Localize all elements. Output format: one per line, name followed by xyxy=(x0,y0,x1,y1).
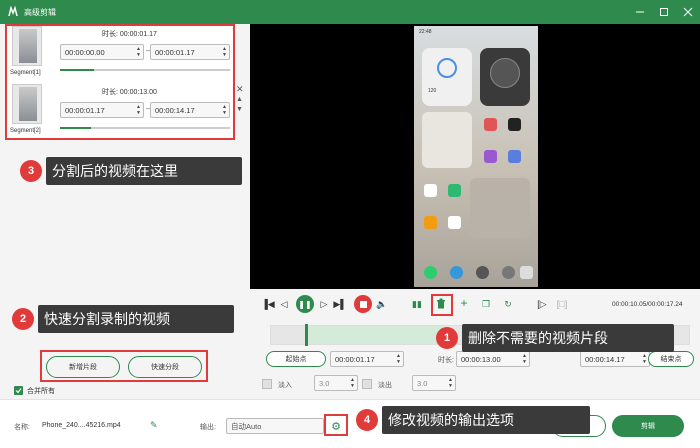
set-start-button[interactable]: 起始点 xyxy=(266,351,326,367)
segment-move-down-icon[interactable]: ▼ xyxy=(236,106,243,113)
fade-in-input[interactable]: 3.0 ▲ ▼ xyxy=(314,375,358,391)
close-icon[interactable] xyxy=(676,0,700,24)
step-forward-icon[interactable]: ▷ xyxy=(318,298,330,310)
skip-start-icon[interactable]: ▐◀ xyxy=(261,298,274,310)
merge-all-checkbox[interactable] xyxy=(14,386,23,395)
fade-out-input[interactable]: 3.0 ▲ ▼ xyxy=(412,375,456,391)
rotate-icon[interactable]: ↻ xyxy=(502,298,514,310)
volume-icon[interactable]: 🔈 xyxy=(376,298,388,310)
output-label: 输出: xyxy=(200,424,216,431)
highlight-settings xyxy=(324,414,348,436)
timeline-segment[interactable] xyxy=(305,326,445,344)
step-back-icon[interactable]: ◁ xyxy=(278,298,290,310)
name-label: 名称: xyxy=(14,424,30,431)
window-title: 高级剪辑 xyxy=(24,7,56,17)
bottom-bar: 名称: Phone_240....45216.mp4 ✎ 输出: 自动Auto … xyxy=(0,399,700,448)
minimize-icon[interactable] xyxy=(628,0,652,24)
app-logo-icon xyxy=(6,5,20,19)
timeline-handle[interactable] xyxy=(305,324,308,346)
segment-delete-icon[interactable]: ✕ xyxy=(236,84,244,95)
fade-out-checkbox[interactable] xyxy=(362,379,372,389)
add-icon[interactable]: + xyxy=(458,296,470,310)
title-bar: 高级剪辑 xyxy=(0,0,700,24)
fade-in-checkbox[interactable] xyxy=(262,379,272,389)
step-number: 2 xyxy=(12,308,34,330)
cut-button[interactable]: 剪辑 xyxy=(612,415,684,437)
merge-all-label: 合并所有 xyxy=(27,388,55,395)
set-end-button[interactable]: 结束点 xyxy=(648,351,694,367)
step-number: 4 xyxy=(356,409,378,431)
preview-frame: 22:48 120 xyxy=(414,26,538,287)
video-preview: 22:48 120 xyxy=(250,24,700,289)
highlight-delete xyxy=(431,294,453,316)
callout-label: 删除不需要的视频片段 xyxy=(462,324,674,352)
stop-button[interactable] xyxy=(354,295,372,313)
maximize-icon[interactable] xyxy=(652,0,676,24)
copy-icon[interactable]: ❐ xyxy=(480,298,492,310)
step-number: 3 xyxy=(20,160,42,182)
fade-in-label: 淡入 xyxy=(278,382,292,389)
mark-in-icon[interactable]: [▷ xyxy=(536,298,548,310)
fade-out-label: 淡出 xyxy=(378,382,392,389)
split-icon[interactable]: ▮▮ xyxy=(410,298,424,310)
step-number: 1 xyxy=(436,327,458,349)
start-time-input[interactable]: 00:00:01.17 ▲ ▼ xyxy=(330,351,404,367)
edit-name-icon[interactable]: ✎ xyxy=(150,420,158,431)
output-select[interactable]: 自动Auto xyxy=(226,418,324,434)
mark-out-icon[interactable]: [□] xyxy=(556,298,568,310)
widget: 120 xyxy=(422,48,472,106)
highlight-split-buttons xyxy=(40,350,208,382)
callout-label: 分割后的视频在这里 xyxy=(46,157,242,185)
callout-label: 快速分割录制的视频 xyxy=(38,305,234,333)
clock-widget xyxy=(480,48,530,106)
duration-label: 时长: xyxy=(438,357,454,364)
end-time-input[interactable]: 00:00:14.17 ▲ ▼ xyxy=(580,351,650,367)
time-display: 00:00:10.05/00:00:17.24 xyxy=(612,301,683,308)
pause-button[interactable]: ❚❚ xyxy=(296,295,314,313)
highlight-segment-list xyxy=(5,24,235,140)
segment-move-up-icon[interactable]: ▲ xyxy=(236,96,243,103)
duration-input[interactable]: 00:00:13.00 ▲ ▼ xyxy=(456,351,530,367)
skip-end-icon[interactable]: ▶▌ xyxy=(333,298,346,310)
callout-label: 修改视频的输出选项 xyxy=(382,406,590,434)
file-name: Phone_240....45216.mp4 xyxy=(42,422,121,429)
